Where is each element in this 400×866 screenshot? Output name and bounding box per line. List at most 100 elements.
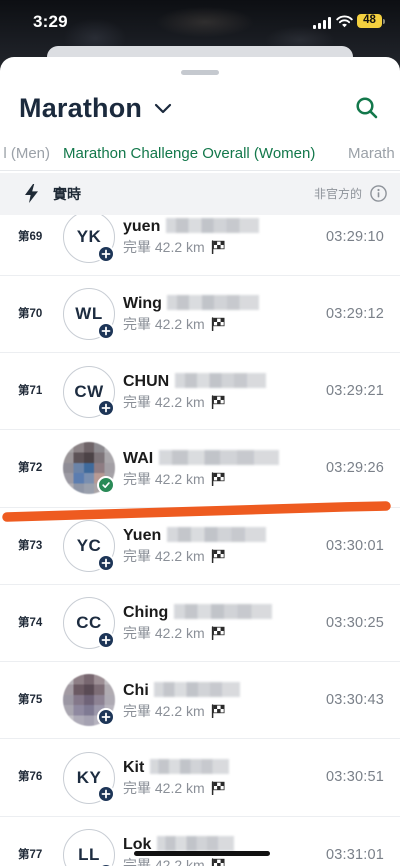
- redacted-surname: [158, 449, 279, 465]
- status-line: 完畢 42.2 km: [123, 855, 225, 866]
- lightning-icon: [25, 184, 38, 203]
- status-line: 完畢 42.2 km: [123, 623, 225, 643]
- athlete-avatar[interactable]: KY: [63, 751, 115, 804]
- athlete-name: WAI: [123, 449, 154, 467]
- result-row[interactable]: 第72 WAI 完畢 42.2 km 03:29:26: [0, 430, 400, 508]
- results-sheet: Marathon l (Men) Marathon Challenge Over…: [0, 57, 400, 866]
- avatar-initials: YC: [76, 536, 102, 556]
- rank-label: 第71: [18, 385, 43, 397]
- athlete-avatar[interactable]: [62, 674, 115, 727]
- result-row[interactable]: 第77 LL Lok 完畢 42.2 km 03:31:01: [0, 817, 400, 866]
- athlete-avatar[interactable]: CW: [63, 365, 115, 418]
- avatar-initials: KY: [76, 767, 102, 787]
- live-bar: 實時 非官方的: [0, 173, 400, 215]
- result-row[interactable]: 第71 CW CHUN 完畢 42.2 km 03:29:21: [0, 353, 400, 431]
- finish-time: 03:30:25: [325, 614, 384, 631]
- avatar-initials: LL: [78, 845, 100, 865]
- status-time: 3:29: [33, 12, 68, 31]
- rank-label: 第77: [18, 848, 43, 861]
- wifi-icon: [336, 15, 353, 28]
- finish-time: 03:31:01: [325, 846, 384, 863]
- avatar-initials: CW: [74, 381, 104, 401]
- finish-time: 03:29:26: [325, 460, 384, 477]
- status-bar: 3:29 48: [0, 0, 400, 44]
- finish-status: 完畢: [123, 239, 151, 255]
- redacted-surname: [166, 527, 266, 542]
- live-label: 實時: [53, 186, 81, 202]
- checkered-flag-icon: [211, 472, 225, 486]
- finish-time: 03:29:10: [325, 228, 384, 245]
- results-list[interactable]: 第69 YK yuen 完畢 42.2 km 03:29:10 第70 WL W…: [0, 215, 400, 866]
- drag-handle[interactable]: [181, 70, 219, 75]
- battery-icon: 48: [357, 14, 382, 28]
- finish-status: 完畢: [123, 548, 151, 564]
- athlete-name: Yuen: [123, 527, 162, 544]
- tab-next-category[interactable]: Marath: [348, 143, 400, 165]
- athlete-avatar[interactable]: CC: [63, 597, 115, 650]
- checkered-flag-icon: [211, 626, 225, 641]
- plus-icon[interactable]: [96, 785, 115, 804]
- redacted-surname: [165, 218, 259, 233]
- result-row[interactable]: 第75 Chi 完畢 42.2 km 03:30:43: [0, 662, 400, 740]
- athlete-name-line: Kit: [123, 758, 229, 778]
- checkered-flag-icon: [211, 549, 225, 563]
- rank-label: 第70: [18, 307, 43, 320]
- battery-level: 48: [363, 14, 376, 27]
- race-distance: 42.2 km: [154, 548, 205, 564]
- finish-status: 完畢: [123, 625, 151, 642]
- checkered-flag-icon: [211, 703, 225, 718]
- finish-time: 03:30:51: [325, 769, 384, 786]
- result-row[interactable]: 第76 KY Kit 完畢 42.2 km 03:30:51: [0, 739, 400, 817]
- athlete-name: yuen: [123, 218, 161, 235]
- home-indicator[interactable]: [134, 851, 270, 856]
- finish-status: 完畢: [123, 393, 151, 410]
- athlete-name: Wing: [123, 295, 162, 313]
- finish-time: 03:30:01: [325, 537, 384, 554]
- athlete-avatar[interactable]: [62, 442, 115, 495]
- plus-icon[interactable]: [96, 321, 115, 340]
- result-row[interactable]: 第74 CC Ching 完畢 42.2 km 03:30:25: [0, 585, 400, 662]
- result-row[interactable]: 第69 YK yuen 完畢 42.2 km 03:29:10: [0, 215, 400, 276]
- info-icon[interactable]: [370, 185, 387, 202]
- redacted-surname: [156, 836, 234, 851]
- plus-icon[interactable]: [96, 399, 115, 418]
- tab-divider: [0, 170, 400, 171]
- rank-label: 第73: [18, 539, 43, 552]
- athlete-avatar[interactable]: YC: [63, 520, 115, 573]
- avatar-initials: YK: [76, 227, 102, 247]
- tab-men[interactable]: l (Men): [0, 143, 50, 165]
- finish-status: 完畢: [123, 702, 151, 719]
- rank-label: 第72: [18, 462, 43, 475]
- race-distance: 42.2 km: [154, 316, 205, 333]
- finish-status: 完畢: [123, 316, 151, 333]
- athlete-name-line: WAI: [123, 449, 279, 469]
- athlete-avatar[interactable]: WL: [63, 288, 115, 341]
- athlete-name-line: yuen: [123, 217, 259, 237]
- race-distance: 42.2 km: [154, 702, 205, 719]
- result-row[interactable]: 第70 WL Wing 完畢 42.2 km 03:29:12: [0, 276, 400, 353]
- chevron-down-icon[interactable]: [153, 101, 173, 115]
- redacted-surname: [174, 372, 266, 388]
- athlete-name: Ching: [123, 604, 169, 622]
- search-icon[interactable]: [355, 96, 379, 120]
- redacted-surname: [149, 758, 229, 774]
- redacted-surname: [167, 295, 260, 311]
- finish-status: 完畢: [123, 470, 151, 487]
- redacted-surname: [173, 604, 272, 620]
- athlete-name: Chi: [123, 681, 149, 699]
- check-icon[interactable]: [96, 476, 115, 495]
- result-row[interactable]: 第73 YC Yuen 完畢 42.2 km 03:30:01: [0, 508, 400, 585]
- avatar-initials: WL: [75, 304, 103, 324]
- status-line: 完畢 42.2 km: [123, 778, 225, 798]
- plus-icon[interactable]: [96, 708, 115, 727]
- plus-icon[interactable]: [96, 553, 115, 572]
- athlete-name-line: CHUN: [123, 372, 266, 392]
- athlete-avatar[interactable]: YK: [63, 215, 115, 264]
- plus-icon[interactable]: [96, 630, 115, 649]
- tab-marathon-challenge-overall-women[interactable]: Marathon Challenge Overall (Women): [63, 143, 315, 165]
- redacted-surname: [154, 681, 241, 697]
- athlete-avatar[interactable]: LL: [63, 829, 115, 866]
- plus-icon[interactable]: [96, 244, 115, 263]
- page-title[interactable]: Marathon: [19, 92, 142, 124]
- category-tabs: l (Men) Marathon Challenge Overall (Wome…: [0, 143, 400, 165]
